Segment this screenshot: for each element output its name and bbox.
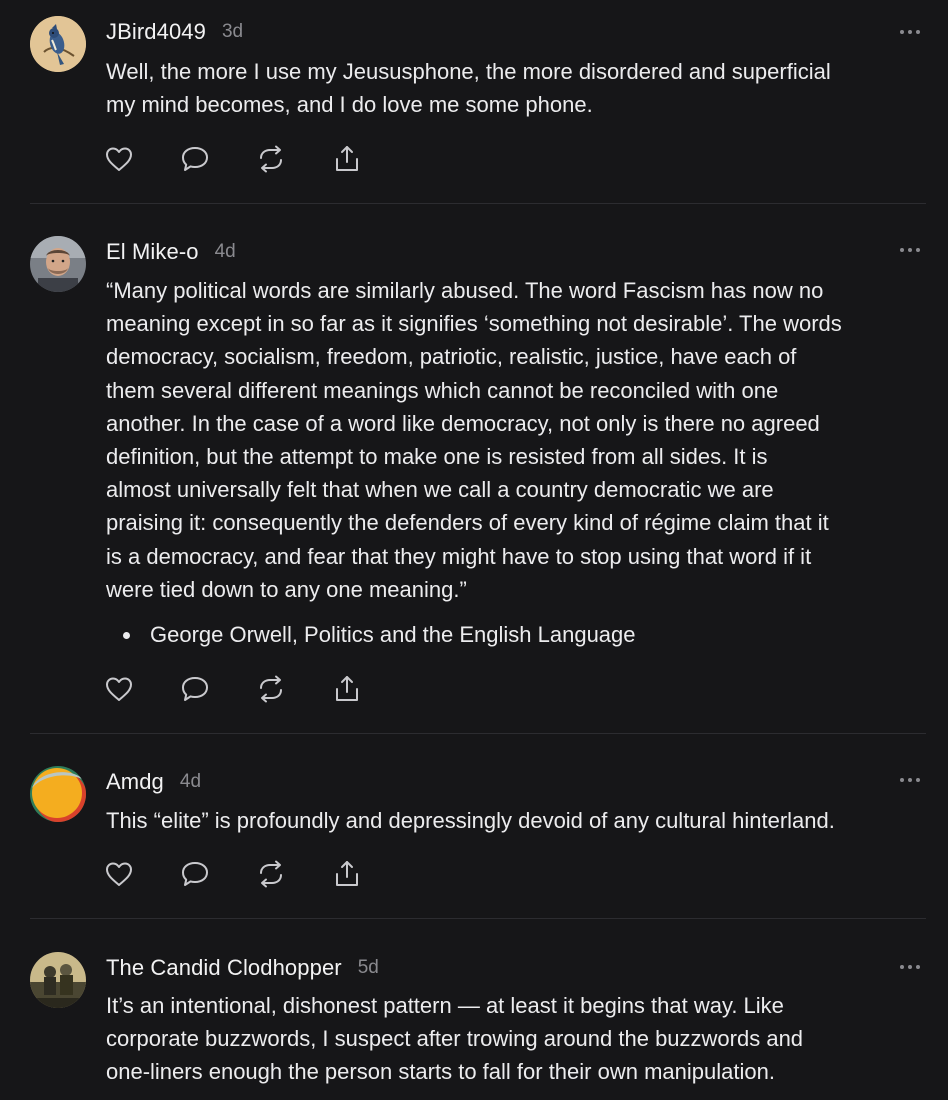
restack-icon: [260, 145, 282, 173]
divider: [30, 203, 926, 204]
like-button[interactable]: [104, 859, 134, 889]
blue-jay-avatar-icon: [30, 16, 86, 72]
figures-photo-avatar-icon: [30, 952, 86, 1008]
comment-line: “Many political words are similarly abus…: [106, 278, 824, 303]
ellipsis-icon: [900, 30, 920, 34]
comment-body: This “elite” is profoundly and depressin…: [106, 804, 932, 837]
heart-icon: [106, 862, 132, 886]
comment-line: definition, but the attempt to make one …: [106, 444, 768, 470]
action-bar: [104, 144, 408, 174]
more-options-button[interactable]: [890, 957, 930, 977]
comment-age[interactable]: 4d: [180, 771, 201, 793]
restack-button[interactable]: [256, 144, 286, 174]
author-name[interactable]: Amdg: [106, 769, 164, 795]
reply-button[interactable]: [180, 674, 210, 704]
man-photo-avatar-icon: [30, 236, 86, 292]
share-icon: [336, 676, 358, 701]
author-name[interactable]: El Mike-o: [106, 239, 199, 265]
comment-age[interactable]: 5d: [358, 957, 379, 979]
reply-button[interactable]: [180, 859, 210, 889]
more-options-button[interactable]: [890, 240, 930, 260]
heart-icon: [106, 147, 132, 171]
comment-body: It’s an intentional, dishonest pattern —…: [106, 989, 932, 1089]
restack-icon: [260, 860, 282, 888]
comment-body: Well, the more I use my Jeususphone, the…: [106, 55, 932, 121]
comment-line: meaning except in so far as it signifies…: [106, 311, 842, 337]
divider: [30, 918, 926, 919]
more-options-button[interactable]: [890, 22, 930, 42]
comment-body: “Many political words are similarly abus…: [106, 274, 932, 606]
comment-header: JBird4049 3d: [106, 16, 243, 48]
comment-header: The Candid Clodhopper 5d: [106, 952, 379, 984]
avatar[interactable]: [30, 236, 86, 292]
share-button[interactable]: [332, 859, 362, 889]
comment-line: It’s an intentional, dishonest pattern —…: [106, 993, 784, 1018]
comment-line: were tied down to any one meaning.”: [106, 576, 467, 602]
ellipsis-icon: [900, 248, 920, 252]
ellipsis-icon: [900, 965, 920, 969]
comment-line: one-liners enough the person starts to f…: [106, 1059, 775, 1085]
comment-age[interactable]: 4d: [215, 241, 236, 263]
comment-icon: [182, 147, 208, 171]
list-item: George Orwell, Politics and the English …: [120, 618, 948, 651]
comment-line: almost universally felt that when we cal…: [106, 477, 774, 503]
action-bar: [104, 674, 408, 704]
comment-line: them several different meanings which ca…: [106, 377, 779, 403]
share-icon: [336, 146, 358, 171]
heart-icon: [106, 677, 132, 701]
orange-circle-avatar-icon: [30, 766, 86, 822]
comment-line: another. In the case of a word like demo…: [106, 410, 820, 436]
comment-line: Well, the more I use my Jeususphone, the…: [106, 59, 831, 84]
like-button[interactable]: [104, 144, 134, 174]
comment-line: is a democracy, and fear that they might…: [106, 543, 812, 569]
reply-button[interactable]: [180, 144, 210, 174]
comment-line: my mind becomes, and I do love me some p…: [106, 92, 593, 118]
like-button[interactable]: [104, 674, 134, 704]
share-icon: [336, 861, 358, 886]
comment-age[interactable]: 3d: [222, 21, 243, 43]
restack-button[interactable]: [256, 859, 286, 889]
comment-line: praising it: consequently the defenders …: [106, 510, 829, 536]
avatar[interactable]: [30, 766, 86, 822]
comment-icon: [182, 677, 208, 701]
avatar[interactable]: [30, 16, 86, 72]
comment-header: El Mike-o 4d: [106, 236, 236, 268]
share-button[interactable]: [332, 144, 362, 174]
divider: [30, 733, 926, 734]
restack-icon: [260, 675, 282, 703]
ellipsis-icon: [900, 778, 920, 782]
avatar[interactable]: [30, 952, 86, 1008]
more-options-button[interactable]: [890, 770, 930, 790]
comment-line: democracy, socialism, freedom, patriotic…: [106, 344, 797, 370]
comment-header: Amdg 4d: [106, 766, 201, 798]
comment-icon: [182, 862, 208, 886]
restack-button[interactable]: [256, 674, 286, 704]
author-name[interactable]: The Candid Clodhopper: [106, 955, 342, 981]
author-name[interactable]: JBird4049: [106, 19, 206, 45]
comment-line: This “elite” is profoundly and depressin…: [106, 808, 835, 833]
comment-line: corporate buzzwords, I suspect after tro…: [106, 1026, 804, 1052]
share-button[interactable]: [332, 674, 362, 704]
action-bar: [104, 859, 408, 889]
